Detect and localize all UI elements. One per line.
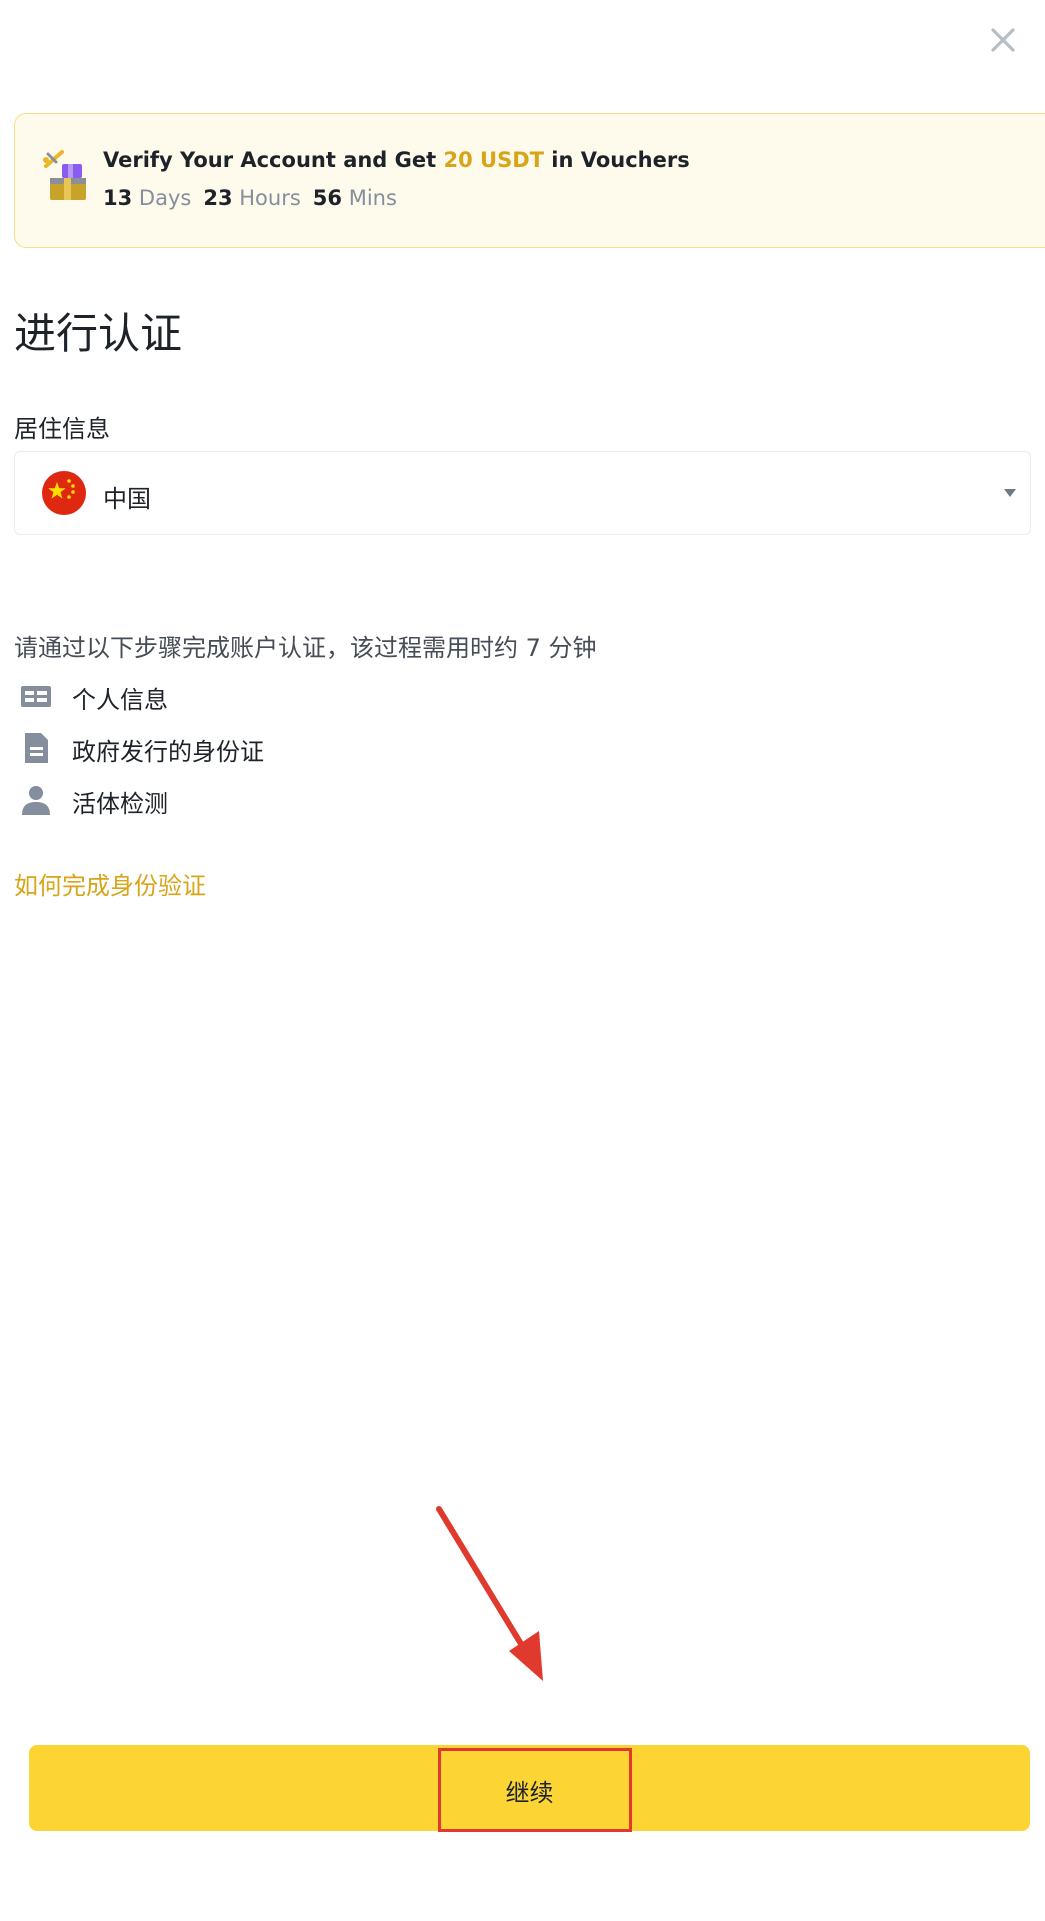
countdown-hours-label: Hours — [239, 186, 301, 210]
close-button[interactable] — [985, 22, 1021, 58]
page-title: 进行认证 — [14, 309, 183, 358]
gift-voucher-icon — [43, 150, 86, 200]
voucher-countdown: 13 Days 23 Hours 56 Mins — [103, 186, 397, 210]
red-arrow-icon — [436, 1506, 543, 1681]
step-government-id: 政府发行的身份证 — [14, 728, 614, 768]
caret-down-icon — [1004, 489, 1016, 497]
china-flag-icon — [42, 471, 86, 515]
selected-country: 中国 — [103, 485, 151, 513]
countdown-mins-value: 56 — [312, 186, 343, 210]
voucher-banner[interactable]: Verify Your Account and Get 20 USDT in V… — [14, 113, 1045, 248]
voucher-headline: Verify Your Account and Get 20 USDT in V… — [103, 148, 690, 172]
continue-button[interactable]: 继续 — [29, 1745, 1030, 1832]
country-select[interactable]: 中国 — [14, 451, 1031, 535]
annotation-highlight-box — [438, 1748, 632, 1832]
residence-label: 居住信息 — [14, 415, 110, 443]
id-card-icon — [21, 686, 51, 707]
countdown-hours-value: 23 — [203, 186, 233, 210]
document-icon — [25, 733, 48, 763]
countdown-days-label: Days — [138, 186, 192, 210]
step-liveness: 活体检测 — [14, 780, 614, 820]
how-to-verify-link[interactable]: 如何完成身份验证 — [14, 866, 206, 901]
countdown-mins-label: Mins — [348, 186, 397, 210]
close-icon — [991, 28, 1015, 52]
countdown-days-value: 13 — [103, 186, 133, 210]
voucher-amount: 20 USDT — [443, 148, 544, 172]
step-label: 政府发行的身份证 — [72, 738, 264, 766]
person-icon — [22, 786, 50, 815]
step-personal-info: 个人信息 — [14, 676, 614, 716]
step-label: 活体检测 — [72, 790, 168, 818]
step-label: 个人信息 — [72, 686, 168, 714]
steps-intro: 请通过以下步骤完成账户认证，该过程需用时约 7 分钟 — [14, 634, 597, 662]
